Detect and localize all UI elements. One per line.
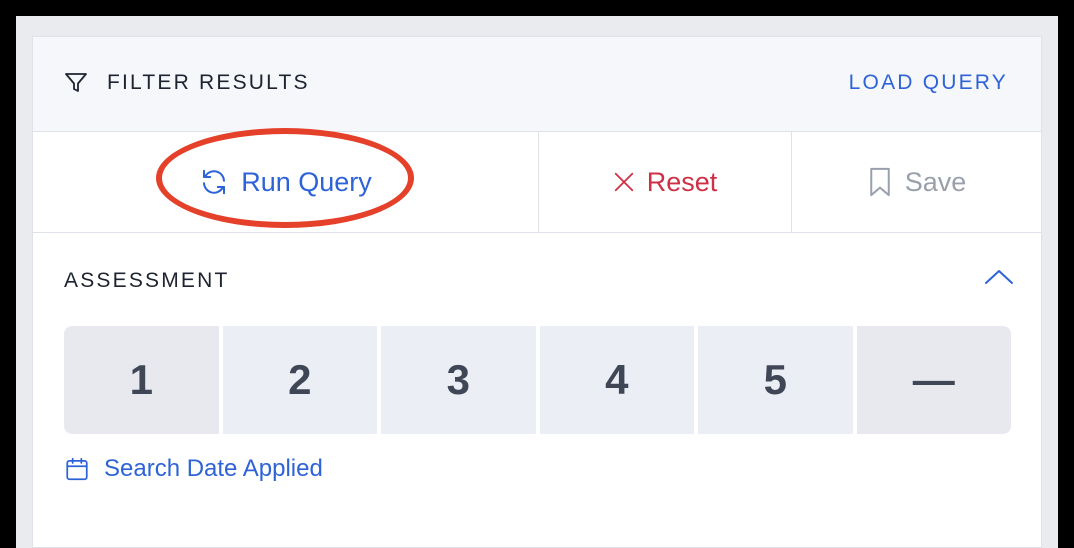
run-query-label: Run Query: [241, 166, 372, 197]
reset-label: Reset: [646, 166, 718, 197]
search-date-label: Search Date Applied: [104, 455, 323, 482]
filter-panel: FILTER RESULTS LOAD QUERY Run Query Rese…: [32, 36, 1042, 548]
filter-header: FILTER RESULTS LOAD QUERY: [33, 37, 1041, 132]
search-date-applied-link[interactable]: Search Date Applied: [64, 455, 323, 483]
filter-title: FILTER RESULTS: [107, 71, 310, 94]
calendar-icon: [66, 457, 88, 481]
rating-option-4[interactable]: 4: [539, 326, 694, 434]
save-label: Save: [904, 166, 967, 197]
filter-icon: [65, 73, 87, 92]
assessment-title: ASSESSMENT: [64, 269, 230, 292]
rating-option-3[interactable]: 3: [381, 326, 536, 434]
run-query-button[interactable]: Run Query: [33, 128, 539, 232]
rating-option-5[interactable]: 5: [698, 326, 853, 434]
chevron-up-icon[interactable]: [983, 267, 1015, 287]
rating-option-2[interactable]: 2: [222, 326, 377, 434]
assessment-rating-group: 1 2 3 4 5 —: [64, 326, 1011, 434]
bookmark-icon: [869, 167, 890, 197]
close-icon: [614, 172, 633, 192]
load-query-link[interactable]: LOAD QUERY: [849, 71, 1008, 95]
refresh-icon: [203, 169, 226, 195]
action-bar: Run Query Reset Save: [33, 128, 1041, 233]
rating-option-none[interactable]: —: [856, 326, 1011, 434]
reset-button[interactable]: Reset: [539, 132, 792, 232]
rating-option-1[interactable]: 1: [64, 326, 219, 434]
save-button[interactable]: Save: [792, 132, 1041, 232]
